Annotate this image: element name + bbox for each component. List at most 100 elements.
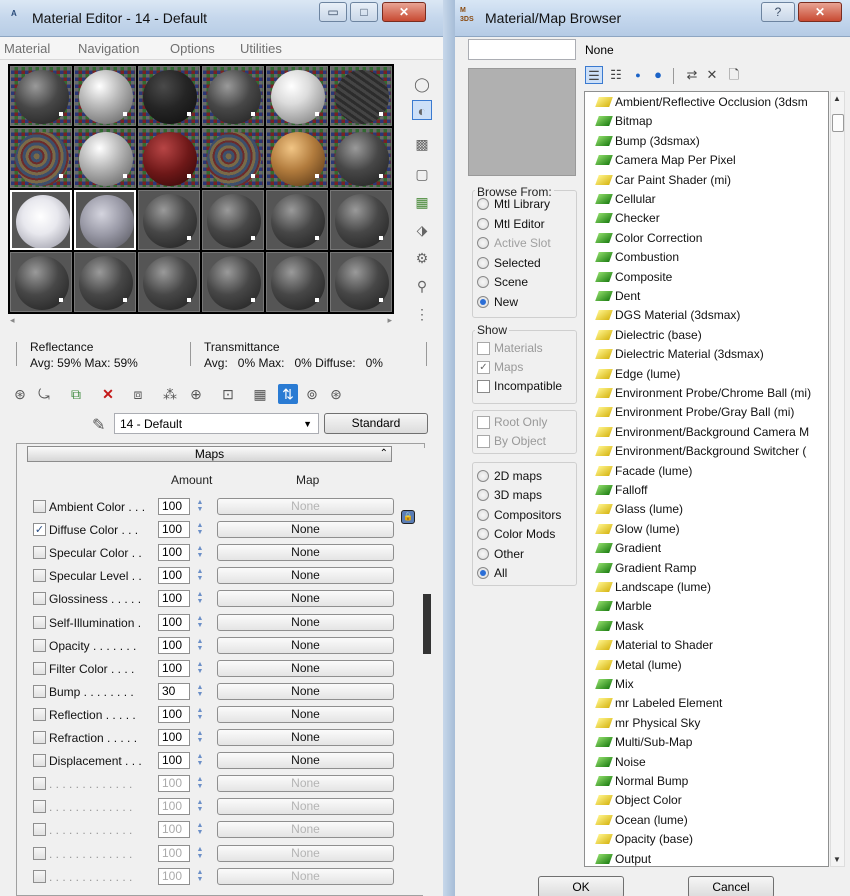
map-slot-button[interactable]: None: [217, 521, 394, 539]
sample-slot[interactable]: [10, 252, 72, 312]
name-filter-input[interactable]: [468, 39, 576, 60]
view-small-icons-icon[interactable]: ●: [629, 66, 647, 84]
map-list-item[interactable]: Metal (lume): [595, 656, 682, 675]
amount-spinner[interactable]: ▲ ▼: [195, 522, 205, 537]
map-amount-input[interactable]: 100: [158, 521, 190, 539]
copy-material-icon[interactable]: ⧈: [128, 384, 148, 404]
radio-mtl-editor[interactable]: Mtl Editor: [477, 215, 577, 233]
sample-slot[interactable]: [74, 252, 136, 312]
map-slot-button[interactable]: None: [217, 636, 394, 654]
radio-2d-maps[interactable]: 2D maps: [477, 467, 577, 485]
sample-type-icon[interactable]: ◯: [412, 74, 432, 94]
map-list-item[interactable]: Mix: [595, 675, 634, 694]
map-list-item[interactable]: mr Labeled Element: [595, 694, 722, 713]
sample-slot[interactable]: [138, 252, 200, 312]
ok-button[interactable]: OK: [538, 876, 624, 896]
map-amount-input[interactable]: 100: [158, 613, 190, 631]
amount-spinner[interactable]: ▲ ▼: [195, 545, 205, 560]
map-slot-button[interactable]: None: [217, 567, 394, 585]
map-list-item[interactable]: Composite: [595, 268, 672, 287]
map-amount-input[interactable]: 100: [158, 498, 190, 515]
radio-other[interactable]: Other: [477, 545, 577, 563]
map-list-item[interactable]: Normal Bump: [595, 772, 688, 791]
map-list-item[interactable]: Environment Probe/Chrome Ball (mi): [595, 384, 811, 403]
map-list-item[interactable]: Ocean (lume): [595, 811, 688, 830]
amount-spinner[interactable]: ▲ ▼: [195, 591, 205, 606]
sample-slot[interactable]: [10, 128, 72, 188]
map-slot-button[interactable]: None: [217, 682, 394, 700]
sample-slot[interactable]: [202, 128, 264, 188]
sample-slot[interactable]: [330, 128, 392, 188]
amount-spinner[interactable]: ▲ ▼: [195, 822, 205, 837]
map-enable-checkbox[interactable]: [33, 569, 46, 583]
map-enable-checkbox[interactable]: [33, 592, 46, 606]
put-material-to-scene-icon[interactable]: ⤿: [34, 384, 54, 404]
map-list-item[interactable]: Checker: [595, 209, 660, 228]
scroll-left-icon[interactable]: ◂: [10, 315, 15, 326]
sample-slot[interactable]: [266, 128, 328, 188]
scroll-thumb[interactable]: [423, 594, 431, 654]
map-list-item[interactable]: Multi/Sub-Map: [595, 733, 692, 752]
lock-icon[interactable]: 🔒: [401, 510, 415, 524]
map-enable-checkbox[interactable]: ✓: [33, 523, 46, 537]
backlight-icon[interactable]: ◐: [412, 100, 432, 120]
radio-compositors[interactable]: Compositors: [477, 506, 577, 524]
map-amount-input[interactable]: 100: [158, 567, 190, 585]
checkbox-incompatible[interactable]: Incompatible: [477, 377, 577, 395]
map-amount-input[interactable]: 100: [158, 867, 190, 885]
map-enable-checkbox[interactable]: [33, 638, 46, 652]
menu-material[interactable]: Material: [4, 41, 50, 56]
clear-library-icon[interactable]: 🗋: [725, 66, 743, 84]
radio-scene[interactable]: Scene: [477, 273, 577, 291]
map-slot-button[interactable]: None: [217, 498, 394, 515]
map-list-item[interactable]: mr Physical Sky: [595, 714, 700, 733]
sample-uv-tiling-icon[interactable]: ▢: [412, 164, 432, 184]
map-list-item[interactable]: Glow (lume): [595, 520, 680, 539]
map-enable-checkbox[interactable]: [33, 846, 46, 860]
amount-spinner[interactable]: ▲ ▼: [195, 799, 205, 814]
map-amount-input[interactable]: 100: [158, 659, 190, 677]
map-slot-button[interactable]: None: [217, 798, 394, 816]
map-slot-button[interactable]: None: [217, 752, 394, 770]
radio-mtl-library[interactable]: Mtl Library: [477, 195, 577, 213]
map-list-item[interactable]: Opacity (base): [595, 830, 693, 849]
radio-all[interactable]: All: [477, 564, 577, 582]
map-list-item[interactable]: Bump (3dsmax): [595, 132, 700, 151]
title-bar[interactable]: M 3DS Material/Map Browser ? ✕: [455, 0, 850, 37]
show-end-result-icon[interactable]: ⇅: [278, 384, 298, 404]
sample-slot[interactable]: [330, 190, 392, 250]
amount-spinner[interactable]: ▲ ▼: [195, 776, 205, 791]
map-enable-checkbox[interactable]: [33, 823, 46, 837]
maps-rollout-header[interactable]: Maps ⌃: [27, 446, 392, 462]
map-list-item[interactable]: Bitmap: [595, 112, 652, 131]
map-list-item[interactable]: Falloff: [595, 481, 647, 500]
amount-spinner[interactable]: ▲ ▼: [195, 869, 205, 884]
view-list-icons-icon[interactable]: ☷: [607, 66, 625, 84]
map-list-item[interactable]: Environment Probe/Gray Ball (mi): [595, 403, 794, 422]
help-button[interactable]: ?: [761, 2, 795, 22]
view-list-icon[interactable]: ☰: [585, 66, 603, 84]
map-amount-input[interactable]: 100: [158, 844, 190, 862]
options-icon[interactable]: ⚙: [412, 248, 432, 268]
sample-slot[interactable]: [138, 128, 200, 188]
map-enable-checkbox[interactable]: [33, 661, 46, 675]
sample-slot[interactable]: [10, 66, 72, 126]
map-amount-input[interactable]: 100: [158, 729, 190, 746]
menu-navigation[interactable]: Navigation: [78, 41, 139, 56]
select-by-material-icon[interactable]: ⚲: [412, 276, 432, 296]
map-list-item[interactable]: Ambient/Reflective Occlusion (3dsm: [595, 93, 808, 112]
slots-horizontal-scrollbar[interactable]: ◂ ▸: [8, 315, 394, 328]
map-enable-checkbox[interactable]: [33, 500, 46, 513]
amount-spinner[interactable]: ▲ ▼: [195, 499, 205, 514]
map-slot-button[interactable]: None: [217, 590, 394, 608]
amount-spinner[interactable]: ▲ ▼: [195, 568, 205, 583]
material-type-button[interactable]: Standard: [324, 413, 428, 434]
amount-spinner[interactable]: ▲ ▼: [195, 730, 205, 745]
sample-slot[interactable]: [330, 252, 392, 312]
map-amount-input[interactable]: 100: [158, 798, 190, 816]
map-enable-checkbox[interactable]: [33, 731, 46, 744]
go-to-parent-icon[interactable]: ⊚: [302, 384, 322, 404]
map-list-item[interactable]: Marble: [595, 597, 652, 616]
map-amount-input[interactable]: 100: [158, 590, 190, 608]
view-large-icons-icon[interactable]: ●: [649, 66, 667, 84]
